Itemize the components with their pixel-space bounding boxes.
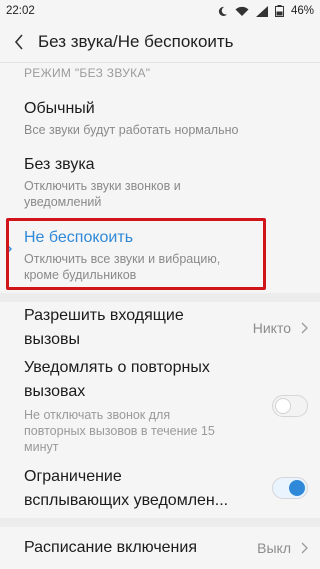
popup-limit-toggle[interactable] [272,477,308,499]
mode-title: Обычный [24,100,95,117]
section-header: РЕЖИМ "БЕЗ ЗВУКА" [24,66,151,80]
toggle-knob [289,480,305,496]
signal-icon [255,5,268,17]
toggle-knob [275,398,291,414]
setting-title-line: вызовах [24,383,86,400]
battery-percent: 46% [290,5,314,17]
popup-limit-row[interactable]: Ограничение всплывающих уведомлен... [24,464,308,514]
status-bar: 22:02 46% [0,0,320,22]
setting-value: Никто [252,320,291,336]
setting-title-line: Уведомлять о повторных [24,359,210,376]
mode-title: Без звука [24,156,95,173]
repeat-calls-toggle[interactable] [272,395,308,417]
setting-title-line: вызовы [24,331,81,348]
setting-title-line: Ограничение [24,468,122,485]
divider [0,62,320,63]
setting-subtitle-line: повторных вызовов в течение 15 [24,424,215,438]
wifi-icon [235,6,249,17]
section-divider [0,518,320,527]
chevron-right-icon [301,322,308,334]
app-bar: Без звука/Не беспокоить [0,22,320,62]
mode-subtitle: Все звуки будут работать нормально [24,123,239,137]
schedule-row[interactable]: Расписание включения Выкл [24,533,308,563]
allow-incoming-calls-row[interactable]: Разрешить входящие вызовы Никто [24,302,308,354]
section-divider [0,293,320,302]
setting-title: Расписание включения [24,539,197,556]
setting-title-line: всплывающих уведомлен... [24,492,229,509]
setting-subtitle-line: минут [24,440,59,454]
mode-option-normal[interactable]: Обычный Все звуки будут работать нормаль… [24,99,294,138]
chevron-left-icon [14,34,23,50]
mode-subtitle: Отключить звуки звонков и уведомлений [24,178,294,210]
setting-title-line: Разрешить входящие [24,307,184,324]
mode-option-silent[interactable]: Без звука Отключить звуки звонков и увед… [24,155,294,210]
setting-value: Выкл [257,540,291,556]
highlight-box [6,218,266,290]
moon-icon [217,6,228,17]
mode-subtitle-line: уведомлений [24,195,102,209]
chevron-right-icon [301,542,308,554]
repeat-calls-row[interactable]: Уведомлять о повторных вызовах Не отключ… [24,358,308,458]
battery-icon [274,5,284,17]
mode-subtitle-line: Отключить звуки звонков и [24,179,181,193]
setting-subtitle: Не отключать звонок для повторных вызово… [24,407,248,455]
page-title: Без звука/Не беспокоить [38,32,234,51]
back-button[interactable] [4,22,34,62]
setting-subtitle-line: Не отключать звонок для [24,408,171,422]
status-time: 22:02 [6,5,35,17]
